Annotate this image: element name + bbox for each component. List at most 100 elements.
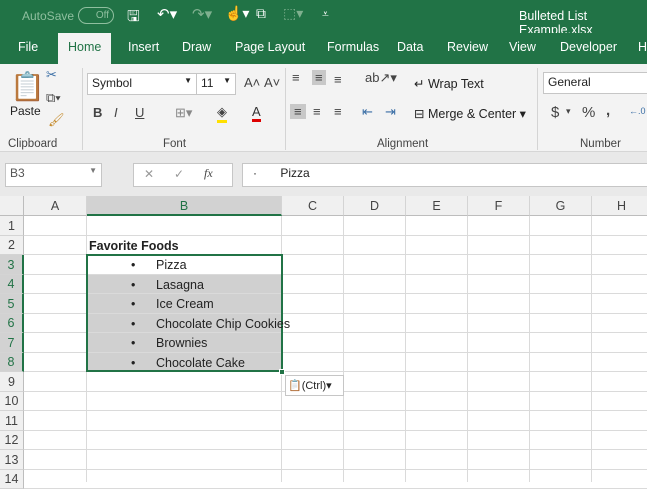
copy-icon[interactable]: ⧉▾ <box>46 90 61 106</box>
row-header-14[interactable]: 14 <box>0 470 24 489</box>
gridline <box>343 216 344 482</box>
hierarchy-icon[interactable]: ⧉ <box>256 5 266 22</box>
comma-button[interactable]: , <box>606 102 610 119</box>
paste-options-button[interactable]: 📋(Ctrl)▾ <box>285 375 344 396</box>
font-color-icon[interactable]: A <box>252 104 261 122</box>
name-box-value: B3 <box>10 166 25 180</box>
cell-b5[interactable]: Ice Cream <box>156 297 214 311</box>
row-header-11[interactable]: 11 <box>0 411 24 431</box>
column-header-c[interactable]: C <box>282 196 344 216</box>
percent-button[interactable]: % <box>582 104 595 121</box>
customize-qat-icon[interactable]: ⩡ <box>322 7 329 22</box>
bold-button[interactable]: B <box>93 105 102 120</box>
increase-font-icon[interactable]: A˄ <box>244 75 260 90</box>
row-header-12[interactable]: 12 <box>0 431 24 450</box>
select-all-button[interactable] <box>0 196 24 216</box>
cell-b8[interactable]: Chocolate Cake <box>156 356 245 370</box>
align-middle-icon[interactable]: ≡ <box>312 70 326 85</box>
underline-button[interactable]: U <box>135 105 144 120</box>
font-size-select[interactable]: 11 ▼ <box>196 73 236 95</box>
row-header-2[interactable]: 2 <box>0 236 24 255</box>
wrap-text-button[interactable]: ↵ Wrap Text <box>414 76 484 91</box>
autosave-toggle[interactable]: Off <box>78 7 114 24</box>
italic-button[interactable]: I <box>114 105 118 120</box>
align-right-icon[interactable]: ≡ <box>334 104 342 119</box>
fill-color-icon[interactable]: ◈ <box>217 104 227 123</box>
insert-function-icon[interactable]: fx <box>204 166 213 181</box>
column-header-b[interactable]: B <box>87 196 282 216</box>
row-header-1[interactable]: 1 <box>0 216 24 236</box>
number-format-select[interactable]: General <box>543 72 647 94</box>
row-header-7[interactable]: 7 <box>0 333 24 353</box>
paste-icon[interactable]: 📋 <box>10 70 45 103</box>
gridline <box>467 216 468 482</box>
increase-indent-icon[interactable]: ⇥ <box>385 104 396 120</box>
tab-draw[interactable]: Draw <box>172 33 221 64</box>
row-header-4[interactable]: 4 <box>0 275 24 294</box>
cell-b3[interactable]: Pizza <box>156 258 187 272</box>
row-header-13[interactable]: 13 <box>0 450 24 470</box>
column-header-h[interactable]: H <box>592 196 647 216</box>
autosave-label: AutoSave <box>22 9 75 23</box>
redo-icon[interactable]: ↷▾ <box>192 5 212 23</box>
row-header-3[interactable]: 3 <box>0 255 24 275</box>
cell-b7[interactable]: Brownies <box>156 336 207 350</box>
row-header-6[interactable]: 6 <box>0 314 24 333</box>
undo-icon[interactable]: ↶▾ <box>157 5 177 23</box>
currency-button[interactable]: $ <box>551 104 559 121</box>
borders-icon[interactable]: ⊞▾ <box>175 105 192 121</box>
gridline <box>591 216 592 482</box>
row-header-10[interactable]: 10 <box>0 392 24 411</box>
decrease-indent-icon[interactable]: ⇤ <box>362 104 373 120</box>
increase-decimal-icon[interactable]: ←.0 <box>629 106 646 116</box>
align-left-icon[interactable]: ≡ <box>290 104 306 119</box>
gridline <box>529 216 530 482</box>
decrease-font-icon[interactable]: A˅ <box>264 75 280 90</box>
gridline <box>24 410 647 411</box>
ribbon: 📋 Paste ✂ ⧉▾ 🖌 Clipboard Symbol ▼ 11 ▼ A˄ … <box>0 64 647 152</box>
row-header-8[interactable]: 8 <box>0 353 24 372</box>
row-header-9[interactable]: 9 <box>0 372 24 392</box>
cut-icon[interactable]: ✂ <box>46 67 57 83</box>
column-header-g[interactable]: G <box>530 196 592 216</box>
touch-mode-icon[interactable]: ☝▾ <box>225 5 249 22</box>
orientation-icon[interactable]: ab↗▾ <box>365 70 397 86</box>
cancel-icon[interactable]: ✕ <box>144 167 154 181</box>
bullet: • <box>131 356 136 370</box>
name-box[interactable]: B3 ▼ <box>5 163 102 187</box>
cell-b6[interactable]: Chocolate Chip Cookies <box>156 317 290 331</box>
tab-home[interactable]: Home <box>58 33 112 64</box>
font-name-select[interactable]: Symbol ▼ <box>87 73 197 95</box>
tab-developer[interactable]: Developer <box>550 33 627 64</box>
currency-dropdown-icon[interactable]: ▾ <box>566 106 571 117</box>
cell-b4[interactable]: Lasagna <box>156 278 204 292</box>
tab-data[interactable]: Data <box>387 33 433 64</box>
column-header-e[interactable]: E <box>406 196 468 216</box>
title-bar: AutoSave Off 🖫 ↶▾ ↷▾ ☝▾ ⧉ ⬚▾ ⩡ Bulleted … <box>0 0 647 37</box>
wrap-text-icon: ↵ <box>414 77 428 91</box>
bullet: • <box>131 258 136 272</box>
tab-formulas[interactable]: Formulas <box>317 33 389 64</box>
column-header-d[interactable]: D <box>344 196 406 216</box>
tab-page-layout[interactable]: Page Layout <box>225 33 315 64</box>
tab-file[interactable]: File <box>8 33 48 64</box>
group-alignment: Alignment <box>377 138 429 150</box>
tab-review[interactable]: Review <box>437 33 498 64</box>
shape-icon[interactable]: ⬚▾ <box>283 5 303 22</box>
enter-icon[interactable]: ✓ <box>174 167 184 181</box>
paste-label[interactable]: Paste <box>10 104 41 118</box>
align-bottom-icon[interactable]: ≡ <box>334 72 342 87</box>
align-top-icon[interactable]: ≡ <box>292 70 300 85</box>
merge-center-button[interactable]: ⊟ Merge & Center ▾ <box>414 106 526 121</box>
cell-b2[interactable]: Favorite Foods <box>89 239 179 253</box>
row-header-5[interactable]: 5 <box>0 294 24 314</box>
tab-help[interactable]: H <box>628 33 647 64</box>
format-painter-icon[interactable]: 🖌 <box>48 112 65 128</box>
align-center-icon[interactable]: ≡ <box>313 104 321 119</box>
tab-insert[interactable]: Insert <box>118 33 169 64</box>
formula-input[interactable]: · Pizza <box>242 163 647 187</box>
save-icon[interactable]: 🖫 <box>127 6 140 31</box>
column-header-f[interactable]: F <box>468 196 530 216</box>
column-header-a[interactable]: A <box>24 196 87 216</box>
tab-view[interactable]: View <box>499 33 546 64</box>
